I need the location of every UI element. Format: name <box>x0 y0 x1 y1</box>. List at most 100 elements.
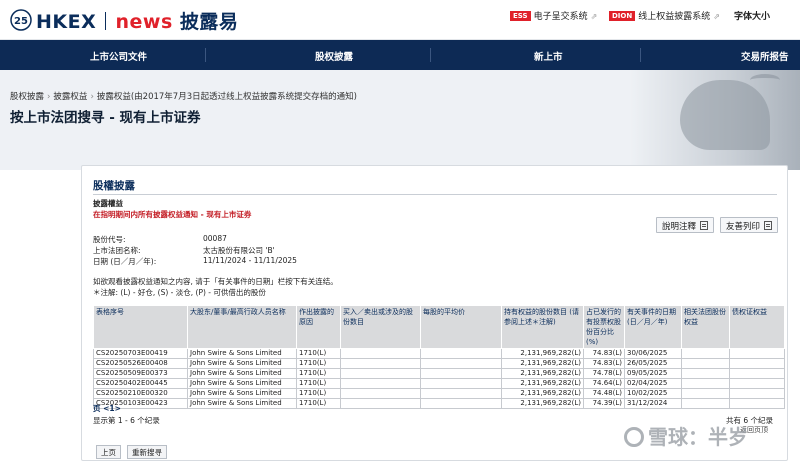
cell-shares-held: 2,131,969,282(L) <box>501 368 584 379</box>
main-nav: 上市公司文件 股权披露 新上市 交易所报告 <box>0 40 800 70</box>
date-range-label: 日期 (日／月／年): <box>93 257 157 266</box>
cell-shares-held: 2,131,969,282(L) <box>501 398 584 409</box>
table-row: CS20250103E00423 John Swire & Sons Limit… <box>93 398 785 409</box>
cell-shares-held: 2,131,969,282(L) <box>501 348 584 359</box>
print-friendly-button[interactable]: 友善列印 <box>720 217 779 233</box>
nav-divider <box>205 48 206 62</box>
nav-listed-company-documents[interactable]: 上市公司文件 <box>90 49 147 63</box>
col-header-debentures: 债权证权益 <box>729 305 785 349</box>
cell-form-number: CS20250526E00408 <box>93 358 188 369</box>
col-header-form-number: 表格序号 <box>93 305 188 349</box>
cell-shares-bought-sold <box>340 378 421 389</box>
cell-shares-bought-sold <box>340 358 421 369</box>
panel-subtitle: 披露權益 <box>93 199 123 208</box>
disclosure-table: 表格序号 大股东/董事/最高行政人员名称 作出披露的原因 买入／卖出或涉及的股份… <box>93 305 785 409</box>
font-size-control[interactable]: 字体大小 <box>734 9 770 22</box>
col-header-average-price: 每股的平均价 <box>420 305 502 349</box>
nav-disclosure-of-interests[interactable]: 股权披露 <box>315 49 353 63</box>
cell-holder-name: John Swire & Sons Limited <box>187 378 297 389</box>
cell-associated-corp <box>681 398 730 409</box>
panel-title: 股權披露 <box>93 180 135 192</box>
brand-divider <box>105 12 107 30</box>
new-search-button[interactable]: 重新搜寻 <box>127 445 167 459</box>
event-date-link[interactable]: 02/04/2025 <box>624 378 682 389</box>
cell-associated-corp <box>681 378 730 389</box>
cell-reason: 1710(L) <box>296 348 341 359</box>
nav-new-listings[interactable]: 新上市 <box>534 49 563 63</box>
breadcrumb-item[interactable]: 股权披露 <box>10 92 44 102</box>
col-header-reason: 作出披露的原因 <box>296 305 341 349</box>
corporation-name-label: 上市法团名称: <box>93 246 141 255</box>
cell-associated-corp <box>681 358 730 369</box>
col-header-percentage: 占已发行的有投票权股份百分比 (%) <box>583 305 625 349</box>
cell-average-price <box>420 348 502 359</box>
watermark: 雪球：半岁 <box>624 421 748 450</box>
cell-debentures <box>729 378 785 389</box>
top-bar: 25 HKEX news 披露易 ESS 电子呈交系统 ⇗ DION 线上权益披露系统… <box>0 0 800 40</box>
corporation-name-value: 太古股份有限公司 'B' <box>203 246 275 255</box>
ess-link[interactable]: ESS 电子呈交系统 ⇗ <box>510 9 597 22</box>
breadcrumb: 股权披露 › 披露权益 › 披露权益(由2017年7月3日起透过线上权益披露系统提交存档… <box>10 90 357 102</box>
explain-notes-button[interactable]: 說明注釋 <box>656 217 715 233</box>
breadcrumb-item[interactable]: 披露权益(由2017年7月3日起透过线上权益披露系统提交存档的通知) <box>97 92 357 102</box>
cell-percentage: 74.83(L) <box>583 358 625 369</box>
table-row: CS20250703E00419 John Swire & Sons Limit… <box>93 348 785 359</box>
table-header-row: 表格序号 大股东/董事/最高行政人员名称 作出披露的原因 买入／卖出或涉及的股份… <box>93 305 785 349</box>
event-date-link[interactable]: 30/06/2025 <box>624 348 682 359</box>
cell-reason: 1710(L) <box>296 398 341 409</box>
cell-holder-name: John Swire & Sons Limited <box>187 358 297 369</box>
cell-reason: 1710(L) <box>296 388 341 399</box>
stock-code-label: 股份代号: <box>93 235 126 244</box>
pagination[interactable]: 页 <1> <box>93 403 121 414</box>
nav-divider <box>430 48 431 62</box>
page-header-banner: 股权披露 › 披露权益 › 披露权益(由2017年7月3日起透过线上权益披露系统提交存档… <box>0 70 800 170</box>
cell-debentures <box>729 348 785 359</box>
cell-associated-corp <box>681 348 730 359</box>
print-friendly-label: 友善列印 <box>726 222 761 232</box>
nav-divider <box>640 48 641 62</box>
cell-associated-corp <box>681 388 730 399</box>
cell-shares-bought-sold <box>340 348 421 359</box>
nav-exchange-reports[interactable]: 交易所报告 <box>741 49 789 63</box>
breadcrumb-item[interactable]: 披露权益 <box>53 92 87 102</box>
ess-badge: ESS <box>510 11 531 21</box>
cell-percentage: 74.39(L) <box>583 398 625 409</box>
disclosure-panel: 股權披露 披露權益 在指明期间内所有披露权益通知 - 现有上市证券 說明注釋 友… <box>81 165 788 461</box>
table-row: CS20250526E00408 John Swire & Sons Limit… <box>93 358 785 369</box>
cell-form-number: CS20250509E00373 <box>93 368 188 379</box>
cell-reason: 1710(L) <box>296 368 341 379</box>
hkex-news-logo[interactable]: HKEX news 披露易 <box>36 7 238 34</box>
cell-percentage: 74.78(L) <box>583 368 625 379</box>
watermark-text: 雪球：半岁 <box>648 425 748 449</box>
bull-horn-shape <box>750 74 780 86</box>
event-date-link[interactable]: 10/02/2025 <box>624 388 682 399</box>
cell-debentures <box>729 368 785 379</box>
brand-news: news <box>115 11 173 33</box>
previous-page-button[interactable]: 上页 <box>96 445 121 459</box>
table-row: CS20250509E00373 John Swire & Sons Limit… <box>93 368 785 379</box>
instruction-note: 如欲观看披露权益通知之内容, 请于「有关事件的日期」栏按下有关连结。 <box>93 277 338 286</box>
chevron-right-icon: › <box>47 92 51 102</box>
chevron-right-icon: › <box>90 92 94 102</box>
cell-form-number: CS20250402E00445 <box>93 378 188 389</box>
page-title: 按上市法团搜寻 - 现有上市证券 <box>10 110 201 126</box>
cell-average-price <box>420 398 502 409</box>
cell-form-number: CS20250210E00320 <box>93 388 188 399</box>
ess-label: 电子呈交系统 <box>533 12 588 22</box>
event-date-link[interactable]: 31/12/2024 <box>624 398 682 409</box>
event-date-link[interactable]: 26/05/2025 <box>624 358 682 369</box>
event-date-link[interactable]: 09/05/2025 <box>624 368 682 379</box>
cell-debentures <box>729 388 785 399</box>
table-row: CS20250402E00445 John Swire & Sons Limit… <box>93 378 785 389</box>
dion-link[interactable]: DION 线上权益披露系统 ⇗ <box>609 9 720 22</box>
dion-badge: DION <box>609 11 636 21</box>
cell-shares-bought-sold <box>340 368 421 379</box>
cell-form-number: CS20250703E00419 <box>93 348 188 359</box>
cell-average-price <box>420 358 502 369</box>
records-showing: 显示第 1 - 6 个纪录 <box>93 416 160 425</box>
brand-chinese: 披露易 <box>179 11 239 33</box>
cell-reason: 1710(L) <box>296 358 341 369</box>
cell-holder-name: John Swire & Sons Limited <box>187 388 297 399</box>
cell-shares-held: 2,131,969,282(L) <box>501 358 584 369</box>
bull-statue-image <box>680 80 770 150</box>
